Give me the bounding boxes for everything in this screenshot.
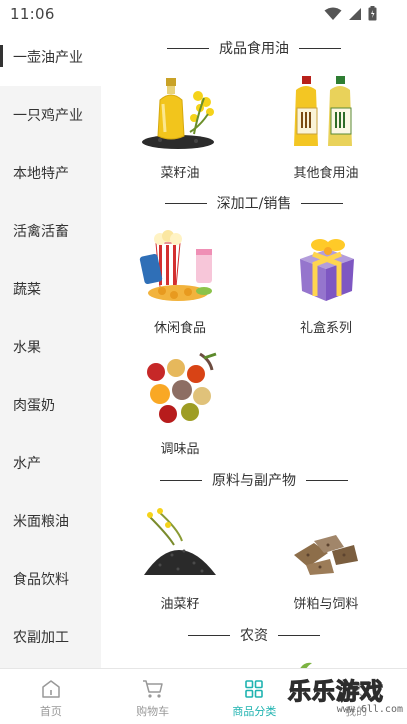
- sidebar-item-label: 一只鸡产业: [13, 108, 83, 124]
- tab-cart[interactable]: 购物车: [102, 669, 204, 724]
- sidebar-item-fruit[interactable]: 水果: [0, 318, 101, 376]
- sidebar-item-label: 活禽活畜: [13, 224, 69, 240]
- sidebar-item-grain-oil[interactable]: 米面粮油: [0, 492, 101, 550]
- product-seed-cake[interactable]: 饼粕与饲料: [266, 505, 386, 612]
- divider: [306, 479, 348, 481]
- sidebar-item-label: 水果: [13, 340, 41, 356]
- divider: [167, 47, 209, 49]
- category-content: 成品食用油 菜籽油 其他食用油 深加工/销售 休闲食品 礼盒系列 调味品 原料与…: [101, 28, 407, 668]
- status-time: 11:06: [10, 5, 55, 23]
- divider: [278, 634, 320, 636]
- sidebar-item-vegetables[interactable]: 蔬菜: [0, 260, 101, 318]
- status-icons: [324, 6, 377, 25]
- product-gift-box[interactable]: 礼盒系列: [266, 229, 386, 336]
- sidebar-item-label: 蔬菜: [13, 282, 41, 298]
- sidebar-item-label: 肉蛋奶: [13, 398, 55, 414]
- sidebar-item-oil-industry[interactable]: 一壶油产业: [0, 28, 101, 86]
- sidebar-item-live-poultry[interactable]: 活禽活畜: [0, 202, 101, 260]
- tab-label: 商品分类: [232, 705, 277, 718]
- product-label: 其他食用油: [293, 166, 359, 181]
- product-label: 休闲食品: [153, 321, 206, 336]
- tab-label: 首页: [39, 705, 62, 718]
- divider: [301, 202, 344, 204]
- section-title: 成品食用油: [101, 37, 407, 59]
- snacks-icon: [138, 229, 222, 309]
- sidebar-item-meat-eggs-dairy[interactable]: 肉蛋奶: [0, 376, 101, 434]
- sidebar-item-local-specialty[interactable]: 本地特产: [0, 144, 101, 202]
- rapeseed-pile-icon: [138, 505, 222, 585]
- product-rapeseed[interactable]: 油菜籽: [120, 505, 240, 612]
- sidebar-item-aquatic[interactable]: 水产: [0, 434, 101, 492]
- product-label: 调味品: [160, 442, 200, 457]
- product-label: 油菜籽: [160, 597, 200, 612]
- section-title: 原料与副产物: [101, 469, 407, 491]
- section-title-text: 农资: [240, 628, 268, 644]
- section-title-text: 成品食用油: [219, 41, 289, 57]
- section-title-text: 深加工/销售: [216, 196, 292, 212]
- home-icon: [40, 678, 62, 700]
- divider: [188, 634, 230, 636]
- plant-icon: [294, 658, 316, 668]
- product-snacks[interactable]: 休闲食品: [120, 229, 240, 336]
- wifi-icon: [324, 6, 342, 25]
- category-sidebar: 一壶油产业 一只鸡产业 本地特产 活禽活畜 蔬菜 水果 肉蛋奶 水产 米面粮油 …: [0, 28, 101, 668]
- gift-box-icon: [284, 229, 368, 309]
- seed-cake-icon: [284, 505, 368, 585]
- signal-icon: [348, 6, 362, 25]
- status-bar: 11:06: [0, 0, 407, 28]
- tab-label: 购物车: [136, 705, 170, 718]
- product-label: 礼盒系列: [299, 321, 352, 336]
- product-label: 饼粕与饲料: [293, 597, 359, 612]
- battery-icon: [368, 6, 377, 25]
- sidebar-item-label: 农副加工: [13, 630, 69, 646]
- oil-bottles-icon: [284, 74, 368, 154]
- sidebar-item-label: 一壶油产业: [13, 50, 83, 66]
- tab-home[interactable]: 首页: [0, 669, 102, 724]
- sidebar-item-label: 水产: [13, 456, 41, 472]
- divider: [160, 479, 202, 481]
- product-label: 菜籽油: [160, 166, 200, 181]
- divider: [299, 47, 341, 49]
- section-title: 农资: [101, 624, 407, 646]
- sidebar-item-food-drink[interactable]: 食品饮料: [0, 550, 101, 608]
- watermark-text: 乐乐游戏: [287, 678, 384, 705]
- product-rapeseed-oil[interactable]: 菜籽油: [120, 74, 240, 181]
- section-title-text: 原料与副产物: [212, 473, 296, 489]
- product-seasoning[interactable]: 调味品: [120, 350, 240, 457]
- product-other-oil[interactable]: 其他食用油: [266, 74, 386, 181]
- sidebar-item-label: 米面粮油: [13, 514, 69, 530]
- section-title: 深加工/销售: [101, 192, 407, 214]
- sidebar-item-label: 本地特产: [13, 166, 69, 182]
- spices-icon: [138, 350, 222, 430]
- cart-icon: [142, 678, 164, 700]
- watermark: 乐乐游戏 www.6ll.com: [287, 672, 403, 720]
- sidebar-item-chicken-industry[interactable]: 一只鸡产业: [0, 86, 101, 144]
- sidebar-item-label: 食品饮料: [13, 572, 69, 588]
- divider: [164, 202, 207, 204]
- sidebar-item-agri-processing[interactable]: 农副加工: [0, 608, 101, 666]
- rapeseed-oil-bottle-icon: [138, 74, 222, 154]
- category-grid-icon: [243, 678, 265, 700]
